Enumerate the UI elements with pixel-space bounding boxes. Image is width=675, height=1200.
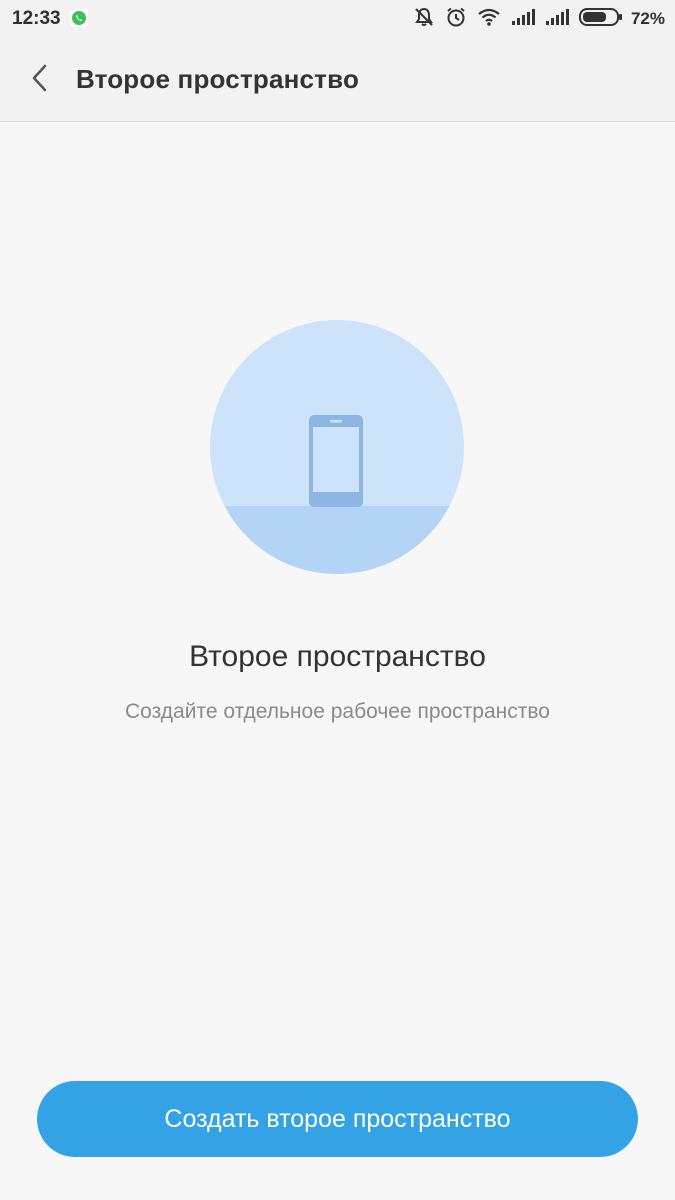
signal-icon (511, 8, 535, 31)
phone-icon (309, 415, 363, 507)
second-space-illustration (210, 320, 464, 574)
battery-icon (578, 7, 623, 32)
whatsapp-icon (70, 9, 88, 27)
status-bar: 12:33 72% (0, 0, 675, 40)
status-icons: 72% (403, 6, 665, 32)
alarm-icon (445, 6, 467, 33)
chevron-left-icon (30, 63, 50, 98)
mute-icon (413, 6, 435, 33)
signal-icon (545, 8, 569, 31)
create-second-space-button[interactable]: Создать второе пространство (37, 1081, 638, 1157)
battery-percent: 72% (630, 9, 665, 28)
header: Второе пространство (0, 40, 675, 122)
status-time: 12:33 (12, 8, 61, 29)
page-title: Второе пространство (76, 64, 360, 94)
wifi-icon (477, 7, 501, 32)
main-title: Второе пространство (189, 640, 486, 673)
main-subtitle: Создайте отдельное рабочее пространство (125, 700, 550, 723)
back-button[interactable] (18, 58, 62, 102)
